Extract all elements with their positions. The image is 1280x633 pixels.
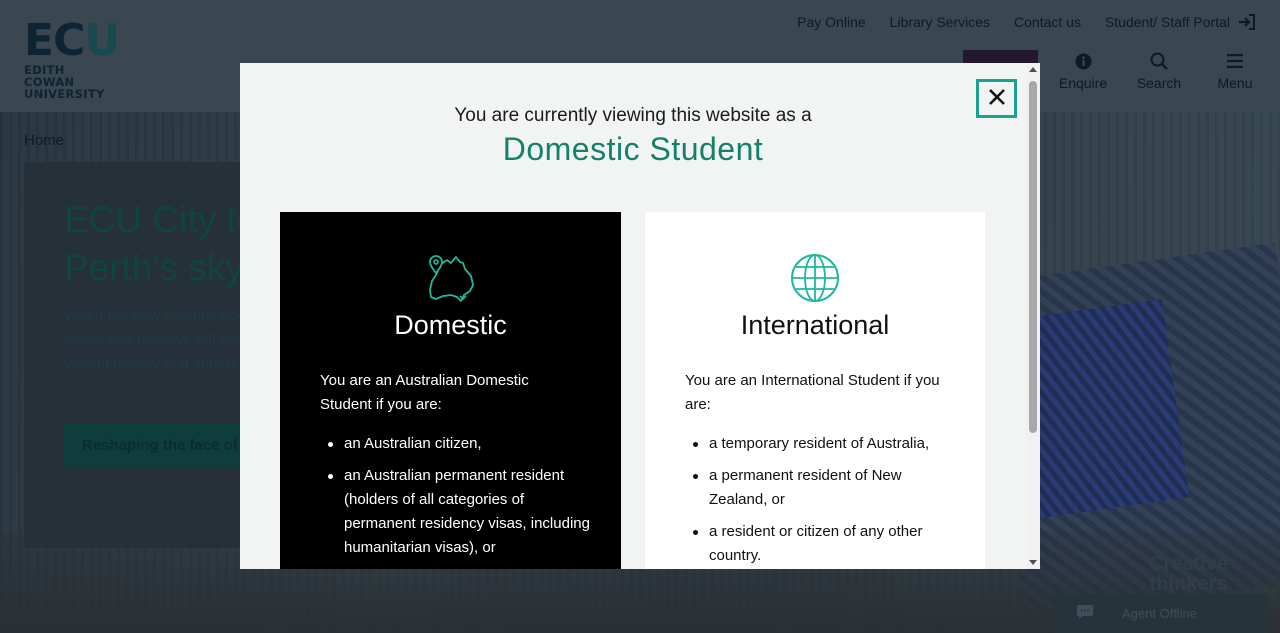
current-student-type: Domestic Student bbox=[502, 131, 764, 167]
domestic-title: Domestic bbox=[394, 310, 507, 340]
close-icon bbox=[988, 88, 1006, 110]
domestic-criteria-list: an Australian citizen, an Australian per… bbox=[320, 432, 590, 568]
list-item: an Australian citizen, bbox=[320, 432, 590, 456]
globe-icon bbox=[787, 250, 843, 306]
international-description: You are an International Student if you … bbox=[685, 372, 940, 413]
modal-scrollbar[interactable] bbox=[1026, 63, 1040, 569]
list-item: a resident or citizen of any other count… bbox=[685, 520, 955, 568]
scrollbar-thumb[interactable] bbox=[1029, 81, 1037, 433]
modal-intro-text: You are currently viewing this website a… bbox=[454, 105, 812, 126]
domestic-description: You are an Australian Domestic Student i… bbox=[320, 372, 529, 413]
scroll-up-icon[interactable] bbox=[1029, 67, 1037, 72]
international-title: International bbox=[740, 310, 890, 340]
close-button[interactable] bbox=[976, 79, 1017, 118]
australia-map-pin-icon bbox=[423, 250, 479, 306]
international-criteria-list: a temporary resident of Australia, a per… bbox=[685, 432, 955, 569]
domestic-option-card[interactable]: Domestic You are an Australian Domestic … bbox=[280, 212, 621, 569]
international-option-card[interactable]: International You are an International S… bbox=[645, 212, 985, 569]
list-item: an Australian permanent resident (holder… bbox=[320, 464, 590, 560]
scroll-down-icon[interactable] bbox=[1029, 560, 1037, 565]
student-type-modal: You are currently viewing this website a… bbox=[240, 63, 1040, 569]
list-item: a permanent resident of New Zealand, or bbox=[685, 464, 955, 512]
list-item: a temporary resident of Australia, bbox=[685, 432, 955, 456]
